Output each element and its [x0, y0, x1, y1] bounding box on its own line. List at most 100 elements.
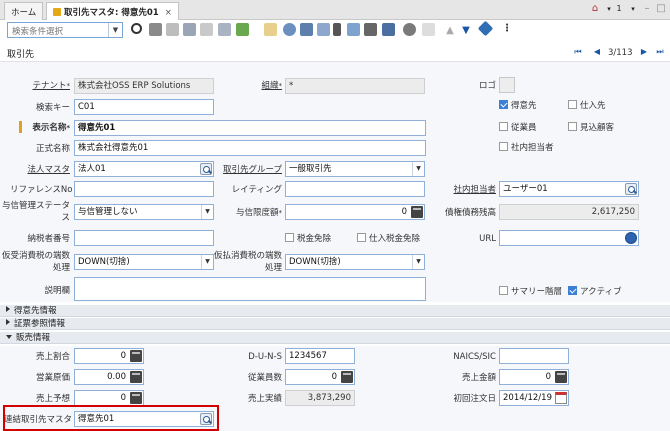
employees-field[interactable]: 0	[285, 369, 355, 385]
naics-field[interactable]	[499, 348, 569, 364]
calculator-icon[interactable]	[341, 371, 353, 383]
search-query-select[interactable]: 検索条件選択 ▼	[7, 22, 123, 38]
more-menu-icon[interactable]: ⋮	[502, 23, 512, 35]
taxexempt-checkbox[interactable]: 税金免除	[285, 233, 331, 245]
checkbox-icon[interactable]	[357, 233, 366, 242]
new-record-icon[interactable]	[149, 23, 162, 36]
home-icon[interactable]: ⌂	[588, 3, 602, 15]
tag-icon[interactable]	[477, 20, 494, 37]
export-icon[interactable]	[422, 23, 435, 36]
logo-image[interactable]	[499, 77, 515, 93]
section-customer-info[interactable]: 得意先情報	[0, 305, 670, 317]
first-record-icon[interactable]: ⏮	[572, 46, 584, 58]
taxid-field[interactable]	[74, 230, 214, 246]
arrow-down-icon[interactable]: ▼	[460, 25, 472, 37]
tab-bp-master[interactable]: 取引先マスタ: 得意先01 ×	[46, 2, 179, 21]
corpmaster-label[interactable]: 法人マスタ	[20, 165, 70, 175]
chevron-down-icon[interactable]: ▼	[201, 205, 213, 219]
bpgroup-select[interactable]: 一般取引先 ▼	[285, 161, 425, 177]
salesrep-label[interactable]: 社内担当者	[436, 185, 496, 195]
section-sales-info[interactable]: 販売情報	[0, 332, 670, 344]
bpgroup-label[interactable]: 取引先グループ	[222, 165, 282, 175]
last-record-icon[interactable]: ⏭	[654, 46, 666, 58]
calculator-icon[interactable]	[555, 371, 567, 383]
chevron-down-icon[interactable]: ▼	[412, 162, 424, 176]
search-icon[interactable]	[625, 183, 637, 195]
creditstatus-select[interactable]: 与信管理しない ▼	[74, 204, 214, 220]
chevron-down-icon[interactable]: ▼	[108, 23, 122, 37]
history-icon[interactable]	[317, 23, 330, 36]
minimize-icon[interactable]: –	[642, 3, 652, 15]
delete-icon[interactable]	[200, 23, 213, 36]
calculator-icon[interactable]	[411, 206, 423, 218]
referenceno-field[interactable]	[74, 181, 214, 197]
chat-icon[interactable]	[347, 23, 360, 36]
chevron-down-icon[interactable]: ▼	[412, 255, 424, 269]
calendar-icon[interactable]	[555, 392, 567, 404]
checkbox-checked-icon[interactable]	[568, 286, 577, 295]
salesrep-checkbox[interactable]: 社内担当者	[499, 142, 554, 154]
potaxexempt-checkbox[interactable]: 仕入税金免除	[357, 233, 420, 245]
corpmaster-field[interactable]: 法人01	[74, 161, 214, 177]
salescost-field[interactable]: 0.00	[74, 369, 144, 385]
url-field[interactable]	[499, 230, 639, 246]
next-record-icon[interactable]: ▶	[638, 46, 650, 58]
salesrep-field[interactable]: ユーザー01	[499, 181, 639, 197]
firstsale-field[interactable]: 2014/12/19	[499, 390, 569, 406]
save-icon[interactable]	[183, 23, 196, 36]
checkbox-icon[interactable]	[499, 122, 508, 131]
close-tab-icon[interactable]: ×	[165, 8, 172, 18]
expand-icon[interactable]	[6, 306, 10, 312]
checkbox-icon[interactable]	[568, 100, 577, 109]
calculator-icon[interactable]	[130, 392, 142, 404]
prospect-checkbox[interactable]: 見込顧客	[568, 122, 614, 134]
receivetax-select[interactable]: DOWN(切捨) ▼	[74, 254, 214, 270]
process-gear-icon[interactable]	[403, 23, 416, 36]
zoom-across-icon[interactable]	[300, 23, 313, 36]
checkbox-checked-icon[interactable]	[499, 100, 508, 109]
calculator-icon[interactable]	[130, 371, 142, 383]
section-ref-info[interactable]: 証票参照情報	[0, 318, 670, 330]
rating-field[interactable]	[285, 181, 425, 197]
employee-checkbox[interactable]: 従業員	[499, 122, 537, 134]
chevron-down-icon[interactable]: ▼	[201, 255, 213, 269]
checkbox-icon[interactable]	[499, 142, 508, 151]
description-field[interactable]	[74, 277, 426, 301]
window-menu-icon[interactable]: ▾	[628, 3, 638, 15]
globe-icon[interactable]	[625, 232, 637, 244]
checkbox-icon[interactable]	[499, 286, 508, 295]
paytax-select[interactable]: DOWN(切捨) ▼	[285, 254, 425, 270]
active-checkbox[interactable]: アクティブ	[568, 286, 622, 298]
grid-toggle-icon[interactable]	[218, 23, 231, 36]
checkbox-icon[interactable]	[285, 233, 294, 242]
salesvolume-field[interactable]: 0	[499, 369, 569, 385]
collapse-icon[interactable]	[6, 335, 12, 339]
customer-checkbox[interactable]: 得意先	[499, 100, 537, 112]
expand-icon[interactable]	[6, 319, 10, 325]
maximize-icon[interactable]: □	[656, 3, 666, 15]
creditlimit-field[interactable]: 0	[285, 204, 425, 220]
vendor-checkbox[interactable]: 仕入先	[568, 100, 606, 112]
checkbox-icon[interactable]	[568, 122, 577, 131]
notification-count[interactable]: 1	[614, 3, 624, 15]
print-icon[interactable]	[382, 23, 395, 36]
previous-record-icon[interactable]: ◀	[591, 46, 603, 58]
potential-field[interactable]: 0	[74, 390, 144, 406]
chevron-down-icon[interactable]: ▾	[604, 3, 614, 15]
calculator-icon[interactable]	[130, 350, 142, 362]
copy-record-icon[interactable]	[166, 23, 179, 36]
search-icon[interactable]	[200, 163, 212, 175]
attachment-icon[interactable]	[264, 23, 277, 36]
refresh-icon[interactable]	[283, 23, 296, 36]
arrow-up-icon[interactable]: ▲	[444, 25, 456, 37]
tab-home[interactable]: ホーム	[4, 2, 44, 20]
duns-field[interactable]: 1234567	[285, 348, 355, 364]
paperclip-icon[interactable]	[333, 23, 341, 36]
report-icon[interactable]	[364, 23, 377, 36]
searchkey-field[interactable]: C01	[74, 99, 214, 115]
sharepct-field[interactable]: 0	[74, 348, 144, 364]
formalname-field[interactable]: 株式会社得意先01	[74, 140, 426, 156]
archive-icon[interactable]	[236, 23, 249, 36]
summary-checkbox[interactable]: サマリー階層	[499, 286, 562, 298]
search-icon[interactable]	[131, 23, 142, 34]
